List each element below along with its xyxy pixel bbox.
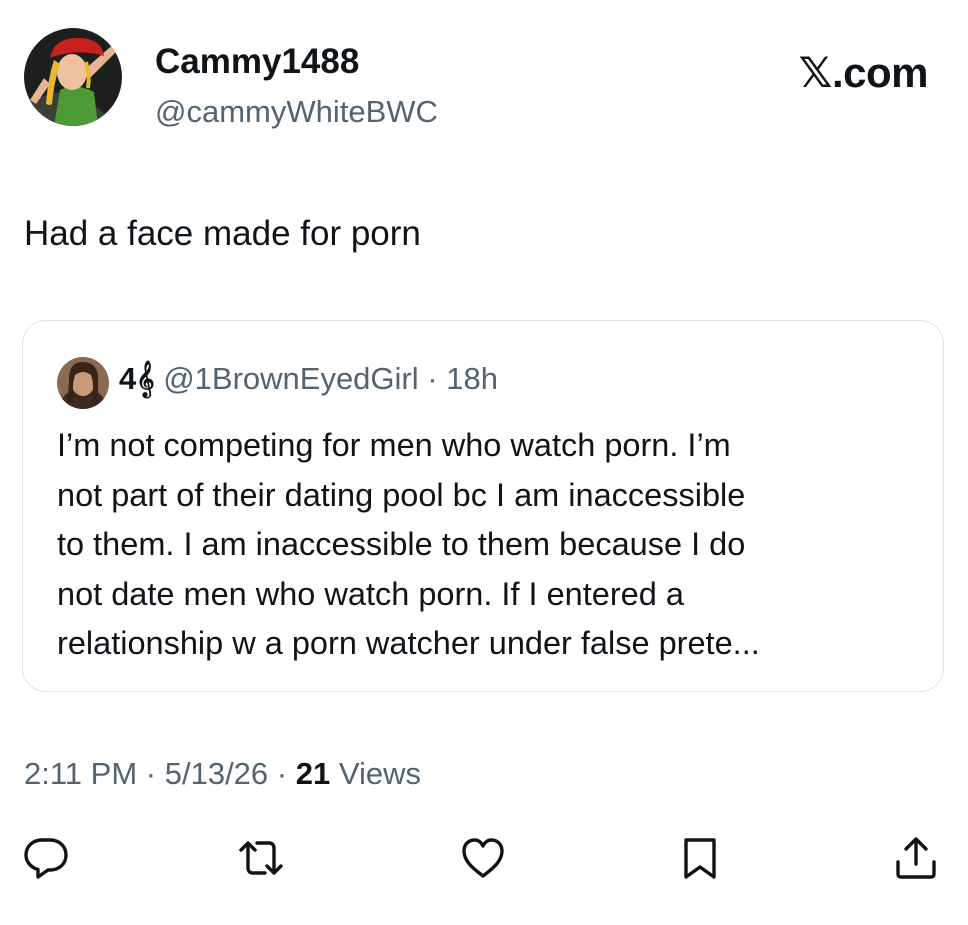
post-meta: 2:11 PM · 5/13/26 · 21 Views (24, 756, 421, 792)
like-button[interactable] (459, 834, 507, 882)
post-time[interactable]: 2:11 PM (24, 756, 137, 791)
post-text: Had a face made for porn (24, 214, 421, 253)
author-handle[interactable]: @cammyWhiteBWC (155, 94, 438, 130)
quoted-post-card[interactable]: 4𝄞 @1BrownEyedGirl · 18h I’m not competi… (22, 320, 944, 692)
x-logo: 𝕏.com (798, 49, 929, 96)
quoted-author-avatar (57, 357, 109, 409)
quoted-text-line: not date men who watch porn. If I entere… (57, 575, 684, 612)
quoted-text-line: to them. I am inaccessible to them becau… (57, 526, 746, 562)
like-icon (462, 838, 504, 878)
reply-icon (24, 838, 68, 879)
quoted-post-text: I’m not competing for men who watch porn… (57, 421, 927, 669)
views-label: Views (338, 756, 421, 791)
meta-separator: · (145, 756, 157, 791)
quoted-display-name[interactable]: 4𝄞 (119, 361, 155, 396)
repost-icon (239, 841, 283, 875)
share-icon (896, 837, 936, 879)
author-avatar[interactable] (24, 28, 122, 126)
quoted-text-line: not part of their dating pool bc I am in… (57, 476, 746, 513)
meta-separator: · (276, 756, 288, 791)
reply-button[interactable] (22, 834, 70, 882)
bookmark-button[interactable] (676, 834, 724, 882)
quoted-text-line: relationship w a porn watcher under fals… (57, 625, 760, 661)
quoted-separator: · (427, 361, 438, 396)
author-display-name[interactable]: Cammy1488 (155, 42, 359, 82)
quoted-author-avatar-image (57, 357, 109, 409)
quoted-handle[interactable]: @1BrownEyedGirl (163, 361, 418, 396)
quoted-time[interactable]: 18h (446, 361, 498, 396)
post-date[interactable]: 5/13/26 (165, 756, 268, 791)
bookmark-icon (684, 838, 716, 879)
repost-button[interactable] (237, 834, 285, 882)
share-button[interactable] (892, 834, 940, 882)
quoted-text-line: I’m not competing for men who watch porn… (57, 427, 731, 463)
views-count: 21 (295, 756, 331, 791)
author-avatar-image (24, 28, 122, 126)
quoted-post-header: 4𝄞 @1BrownEyedGirl · 18h (119, 361, 498, 398)
